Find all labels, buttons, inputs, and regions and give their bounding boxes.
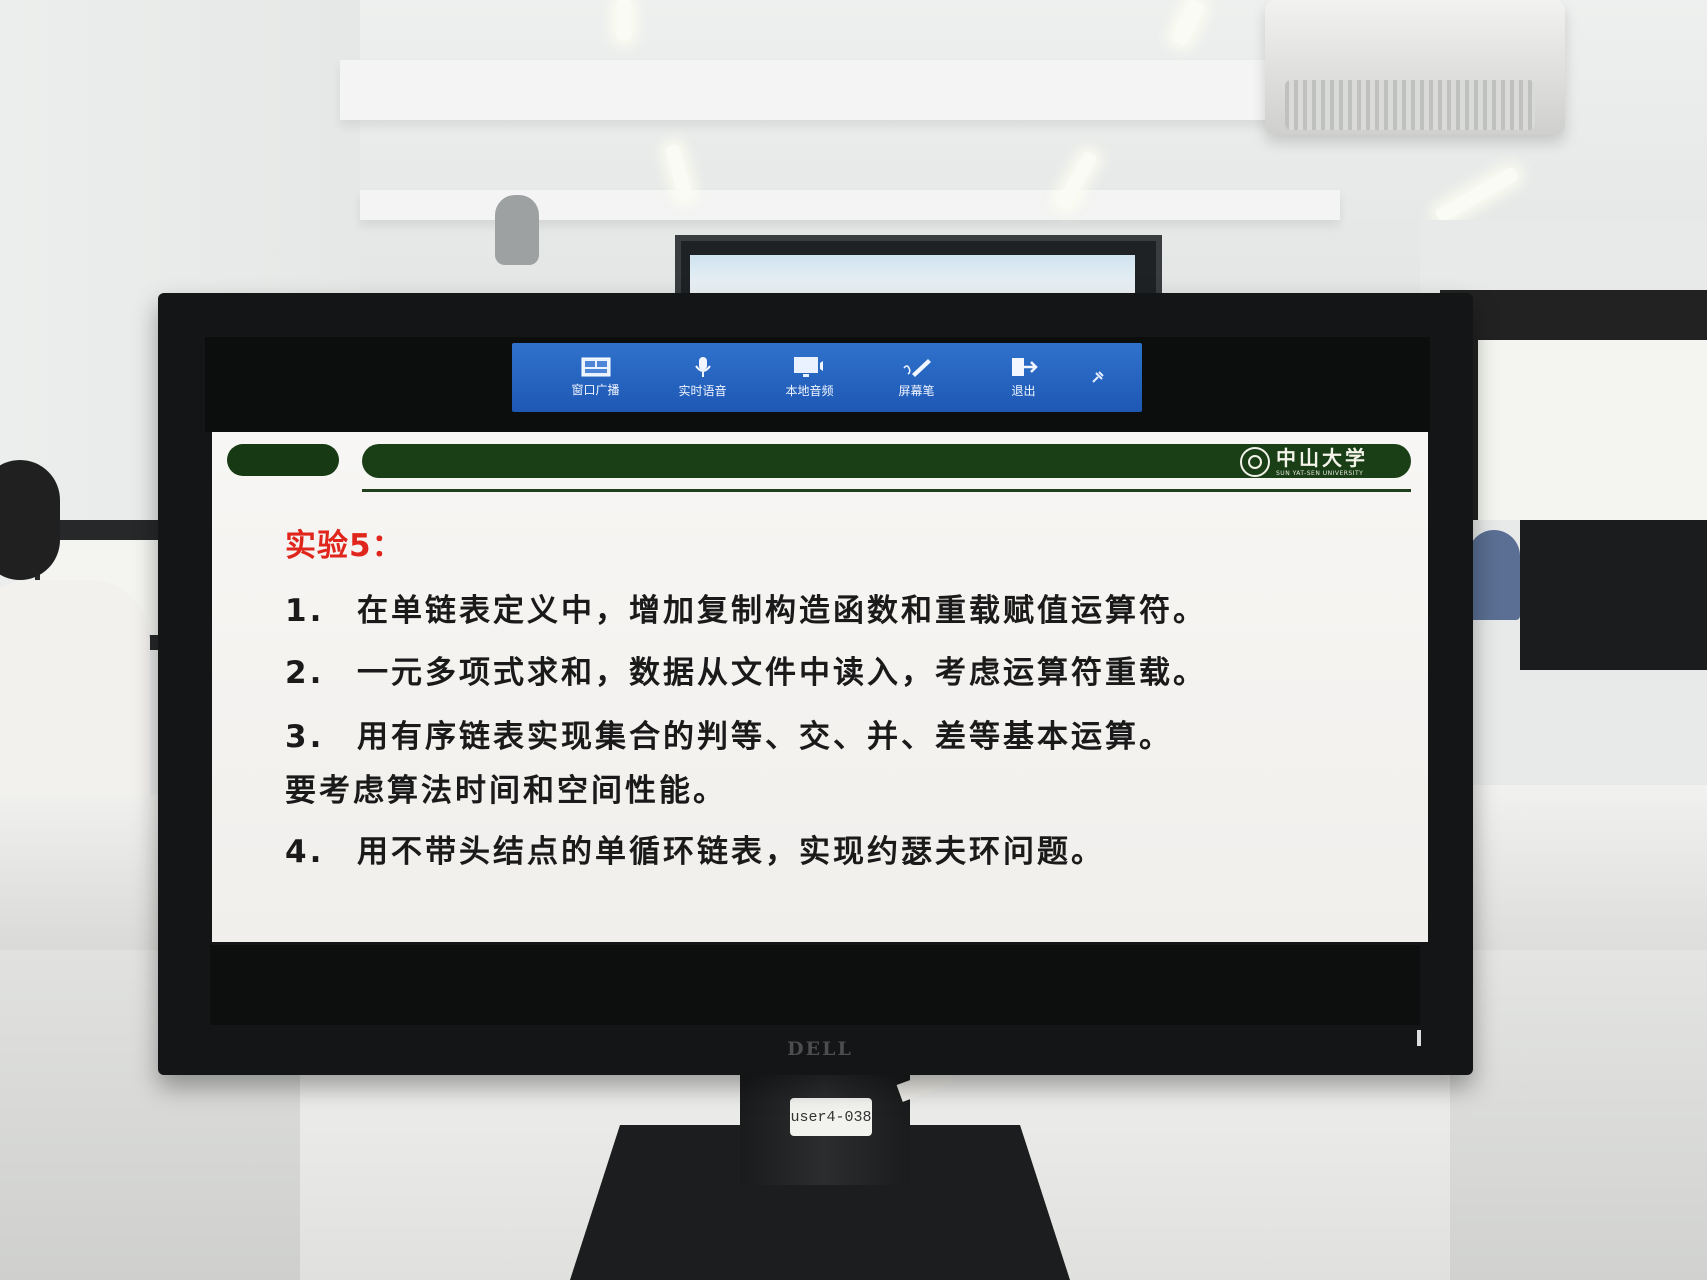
ceiling-light <box>617 0 631 40</box>
power-indicator <box>1417 1030 1421 1046</box>
exit-label: 退出 <box>1011 384 1036 398</box>
university-name-en: SUN YAT-SEN UNIVERSITY <box>1276 469 1364 477</box>
task-text: 在单链表定义中，增加复制构造函数和重载赋值运算符。 <box>357 593 1207 629</box>
task-number: 4. <box>285 834 325 870</box>
dell-logo: DELL <box>787 1038 853 1060</box>
screen-pen-label: 屏幕笔 <box>898 384 935 398</box>
window-broadcast-icon <box>581 357 610 377</box>
window-broadcast-label: 窗口广播 <box>571 383 620 397</box>
task-number: 3. <box>285 719 325 755</box>
screen-bottom-area <box>210 945 1420 1025</box>
task-item-3: 3. 用有序链表实现集合的判等、交、并、差等基本运算。 <box>285 711 1173 756</box>
exit-button[interactable]: 退出 <box>970 343 1077 412</box>
university-logo: 中山大学 SUN YAT-SEN UNIVERSITY <box>1240 447 1368 477</box>
back-wall-screen <box>690 255 1135 295</box>
local-audio-icon <box>793 357 823 377</box>
projector-grill <box>1285 80 1535 130</box>
task-text: 用有序链表实现集合的判等、交、并、差等基本运算。 <box>357 719 1173 755</box>
task-item-3-continuation: 要考虑算法时间和空间性能。 <box>285 773 727 809</box>
window-broadcast-button[interactable]: 窗口广播 <box>542 343 649 412</box>
pin-icon <box>1092 370 1104 383</box>
screen-pen-icon <box>902 359 931 377</box>
microphone-icon <box>694 357 711 377</box>
task-text: 用不带头结点的单循环链表，实现约瑟夫环问题。 <box>357 834 1105 870</box>
live-voice-label: 实时语音 <box>678 384 727 398</box>
security-camera <box>495 195 539 265</box>
task-item-1: 1. 在单链表定义中，增加复制构造函数和重载赋值运算符。 <box>285 585 1207 630</box>
task-number: 1. <box>285 593 325 629</box>
pin-toolbar-button[interactable] <box>1077 343 1117 412</box>
university-seal-icon <box>1240 447 1270 477</box>
task-number: 2. <box>285 655 325 691</box>
local-audio-button[interactable]: 本地音频 <box>756 343 863 412</box>
local-audio-label: 本地音频 <box>785 384 834 398</box>
broadcast-toolbar: 窗口广播 实时语音 本地音频 屏幕笔 退出 <box>512 343 1142 412</box>
header-underline <box>362 489 1411 492</box>
live-voice-button[interactable]: 实时语音 <box>649 343 756 412</box>
exit-icon <box>1011 358 1038 376</box>
header-pill <box>227 444 339 476</box>
student-head <box>0 460 60 580</box>
task-text: 一元多项式求和，数据从文件中读入，考虑运算符重载。 <box>357 655 1207 691</box>
university-name: 中山大学 <box>1276 445 1368 470</box>
experiment-title: 实验5： <box>285 528 404 564</box>
background-monitor <box>1520 520 1707 670</box>
task-item-2: 2. 一元多项式求和，数据从文件中读入，考虑运算符重载。 <box>285 647 1207 692</box>
background-monitor-screen <box>1478 340 1707 520</box>
desk <box>1460 785 1707 960</box>
student-shirt <box>0 580 150 810</box>
screen-pen-button[interactable]: 屏幕笔 <box>863 343 970 412</box>
background-person <box>1468 530 1520 620</box>
asset-label: user4-038 <box>790 1098 872 1136</box>
student <box>0 460 165 810</box>
task-item-4: 4. 用不带头结点的单循环链表，实现约瑟夫环问题。 <box>285 826 1105 871</box>
